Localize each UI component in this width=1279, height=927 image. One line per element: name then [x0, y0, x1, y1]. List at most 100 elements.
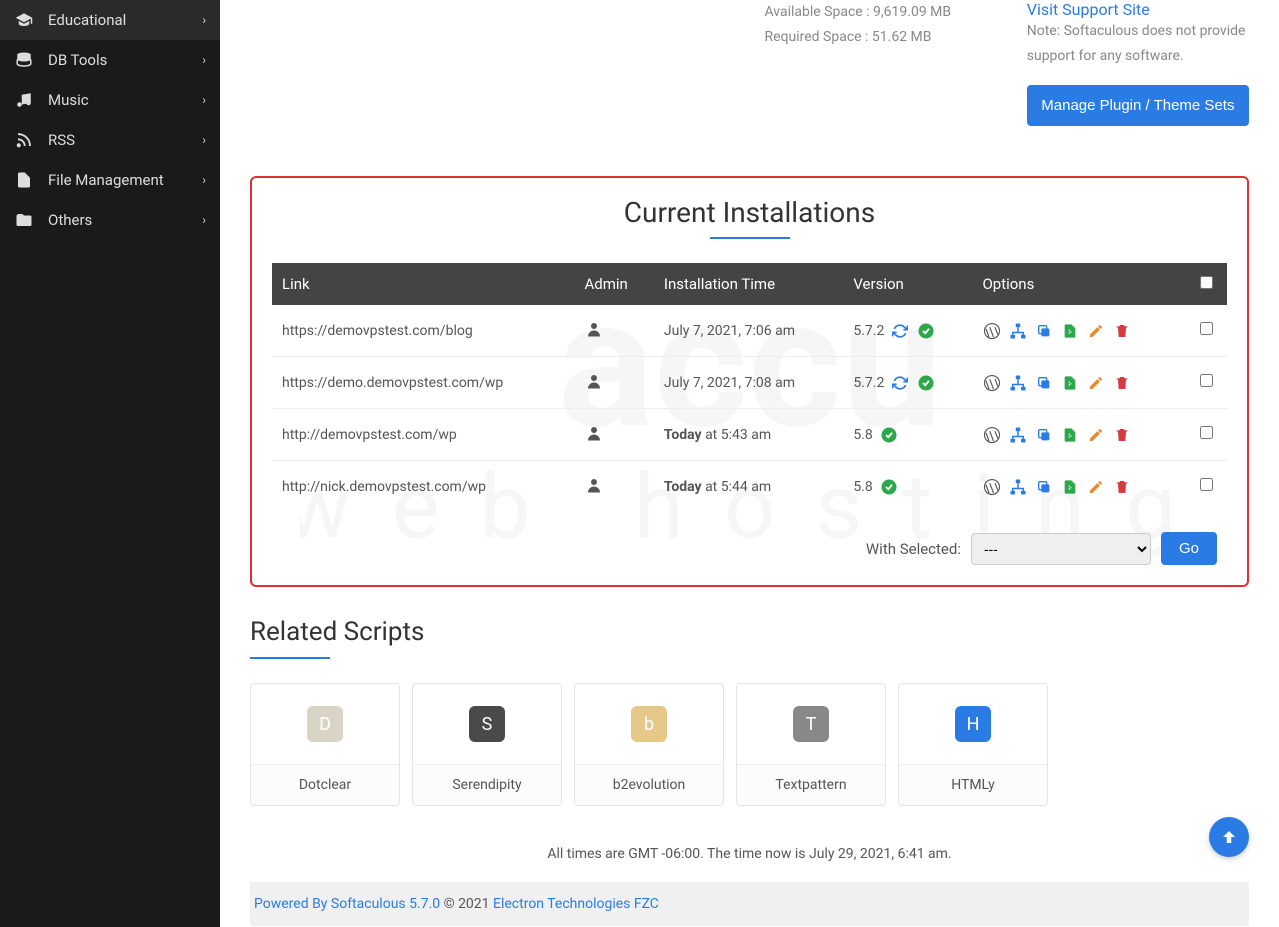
sidebar-item-label: Others: [48, 211, 92, 229]
update-available-icon[interactable]: [890, 321, 910, 341]
svg-text:T: T: [806, 714, 817, 735]
wordpress-icon[interactable]: [982, 373, 1002, 393]
sitemap-icon[interactable]: [1008, 321, 1028, 341]
row-checkbox[interactable]: [1200, 322, 1213, 335]
graduation-cap-icon: [14, 10, 34, 30]
version-ok-icon: [879, 477, 899, 497]
row-checkbox[interactable]: [1200, 374, 1213, 387]
script-icon: S: [413, 684, 561, 764]
company-link[interactable]: Electron Technologies FZC: [493, 896, 659, 912]
files-icon: [14, 170, 34, 190]
installations-heading: Current Installations: [272, 178, 1227, 237]
script-name: Dotclear: [251, 764, 399, 805]
sidebar-item-others[interactable]: Others ›: [0, 200, 220, 240]
table-row: https://demo.demovpstest.com/wp July 7, 2…: [272, 357, 1227, 409]
sidebar-item-music[interactable]: Music ›: [0, 80, 220, 120]
backup-icon[interactable]: [1060, 321, 1080, 341]
install-time: July 7, 2021, 7:08 am: [654, 357, 843, 409]
svg-text:H: H: [967, 714, 980, 735]
manage-plugin-theme-button[interactable]: Manage Plugin / Theme Sets: [1027, 85, 1249, 126]
sidebar-item-rss[interactable]: RSS ›: [0, 120, 220, 160]
go-button[interactable]: Go: [1161, 532, 1217, 565]
visit-support-link[interactable]: Visit Support Site: [1027, 0, 1150, 19]
wordpress-icon[interactable]: [982, 425, 1002, 445]
script-name: Serendipity: [413, 764, 561, 805]
update-available-icon[interactable]: [890, 373, 910, 393]
wordpress-icon[interactable]: [982, 477, 1002, 497]
current-installations-panel: Current Installations Link Admin Install…: [250, 176, 1249, 587]
backup-icon[interactable]: [1060, 425, 1080, 445]
script-name: HTMLy: [899, 764, 1047, 805]
svg-text:D: D: [319, 714, 331, 735]
sidebar-item-dbtools[interactable]: DB Tools ›: [0, 40, 220, 80]
sidebar-item-filemanagement[interactable]: File Management ›: [0, 160, 220, 200]
related-script-card[interactable]: H HTMLy: [898, 683, 1048, 806]
clone-icon[interactable]: [1034, 373, 1054, 393]
folder-open-icon: [14, 210, 34, 230]
powered-by-link[interactable]: Powered By Softaculous 5.7.0: [254, 896, 440, 912]
edit-icon[interactable]: [1086, 373, 1106, 393]
install-link[interactable]: https://demovpstest.com/blog: [282, 323, 473, 339]
related-script-card[interactable]: TTextpattern: [736, 683, 886, 806]
delete-icon[interactable]: [1112, 477, 1132, 497]
sidebar-item-label: Educational: [48, 11, 126, 29]
install-link[interactable]: http://nick.demovpstest.com/wp: [282, 479, 486, 495]
admin-login-icon[interactable]: [584, 371, 604, 391]
admin-login-icon[interactable]: [584, 423, 604, 443]
arrow-up-icon: [1220, 828, 1238, 846]
music-icon: [14, 90, 34, 110]
heading-underline: [710, 237, 790, 239]
delete-icon[interactable]: [1112, 425, 1132, 445]
install-time: July 7, 2021, 7:06 am: [654, 305, 843, 357]
script-icon: H: [899, 684, 1047, 764]
edit-icon[interactable]: [1086, 477, 1106, 497]
table-row: https://demovpstest.com/blog July 7, 2021…: [272, 305, 1227, 357]
backup-icon[interactable]: [1060, 477, 1080, 497]
edit-icon[interactable]: [1086, 425, 1106, 445]
row-checkbox[interactable]: [1200, 426, 1213, 439]
chevron-right-icon: ›: [202, 213, 206, 227]
sidebar-item-educational[interactable]: Educational ›: [0, 0, 220, 40]
edit-icon[interactable]: [1086, 321, 1106, 341]
sitemap-icon[interactable]: [1008, 477, 1028, 497]
row-checkbox[interactable]: [1200, 478, 1213, 491]
sitemap-icon[interactable]: [1008, 425, 1028, 445]
install-link[interactable]: http://demovpstest.com/wp: [282, 427, 457, 443]
scroll-to-top-button[interactable]: [1209, 817, 1249, 857]
chevron-right-icon: ›: [202, 93, 206, 107]
col-select-all: [1186, 263, 1227, 305]
bulk-label: With Selected:: [866, 540, 961, 558]
sidebar: Educational › DB Tools › Music › RSS ›: [0, 0, 220, 927]
support-note-text: Note: Softaculous does not provide suppo…: [1027, 19, 1249, 69]
related-script-card[interactable]: b b2evolution: [574, 683, 724, 806]
footer-bar: Powered By Softaculous 5.7.0 © 2021 Elec…: [250, 882, 1249, 926]
rss-icon: [14, 130, 34, 150]
delete-icon[interactable]: [1112, 373, 1132, 393]
related-scripts-grid: D Dotclear SSerendipity b b2evolution TTextpa…: [250, 683, 1249, 806]
admin-login-icon[interactable]: [584, 475, 604, 495]
script-name: b2evolution: [575, 764, 723, 805]
version-ok-icon: [916, 321, 936, 341]
related-script-card[interactable]: D Dotclear: [250, 683, 400, 806]
select-all-checkbox[interactable]: [1200, 276, 1213, 289]
clone-icon[interactable]: [1034, 425, 1054, 445]
backup-icon[interactable]: [1060, 373, 1080, 393]
install-link[interactable]: https://demo.demovpstest.com/wp: [282, 375, 503, 391]
copyright-text: © 2021: [444, 896, 493, 912]
script-icon: D: [251, 684, 399, 764]
delete-icon[interactable]: [1112, 321, 1132, 341]
version-ok-icon: [879, 425, 899, 445]
clone-icon[interactable]: [1034, 477, 1054, 497]
bulk-action-select[interactable]: ---: [971, 533, 1151, 565]
col-link: Link: [272, 263, 574, 305]
admin-login-icon[interactable]: [584, 319, 604, 339]
svg-text:b: b: [644, 714, 654, 735]
col-version: Version: [843, 263, 972, 305]
version-ok-icon: [916, 373, 936, 393]
wordpress-icon[interactable]: [982, 321, 1002, 341]
col-time: Installation Time: [654, 263, 843, 305]
clone-icon[interactable]: [1034, 321, 1054, 341]
related-script-card[interactable]: SSerendipity: [412, 683, 562, 806]
sitemap-icon[interactable]: [1008, 373, 1028, 393]
col-admin: Admin: [574, 263, 653, 305]
